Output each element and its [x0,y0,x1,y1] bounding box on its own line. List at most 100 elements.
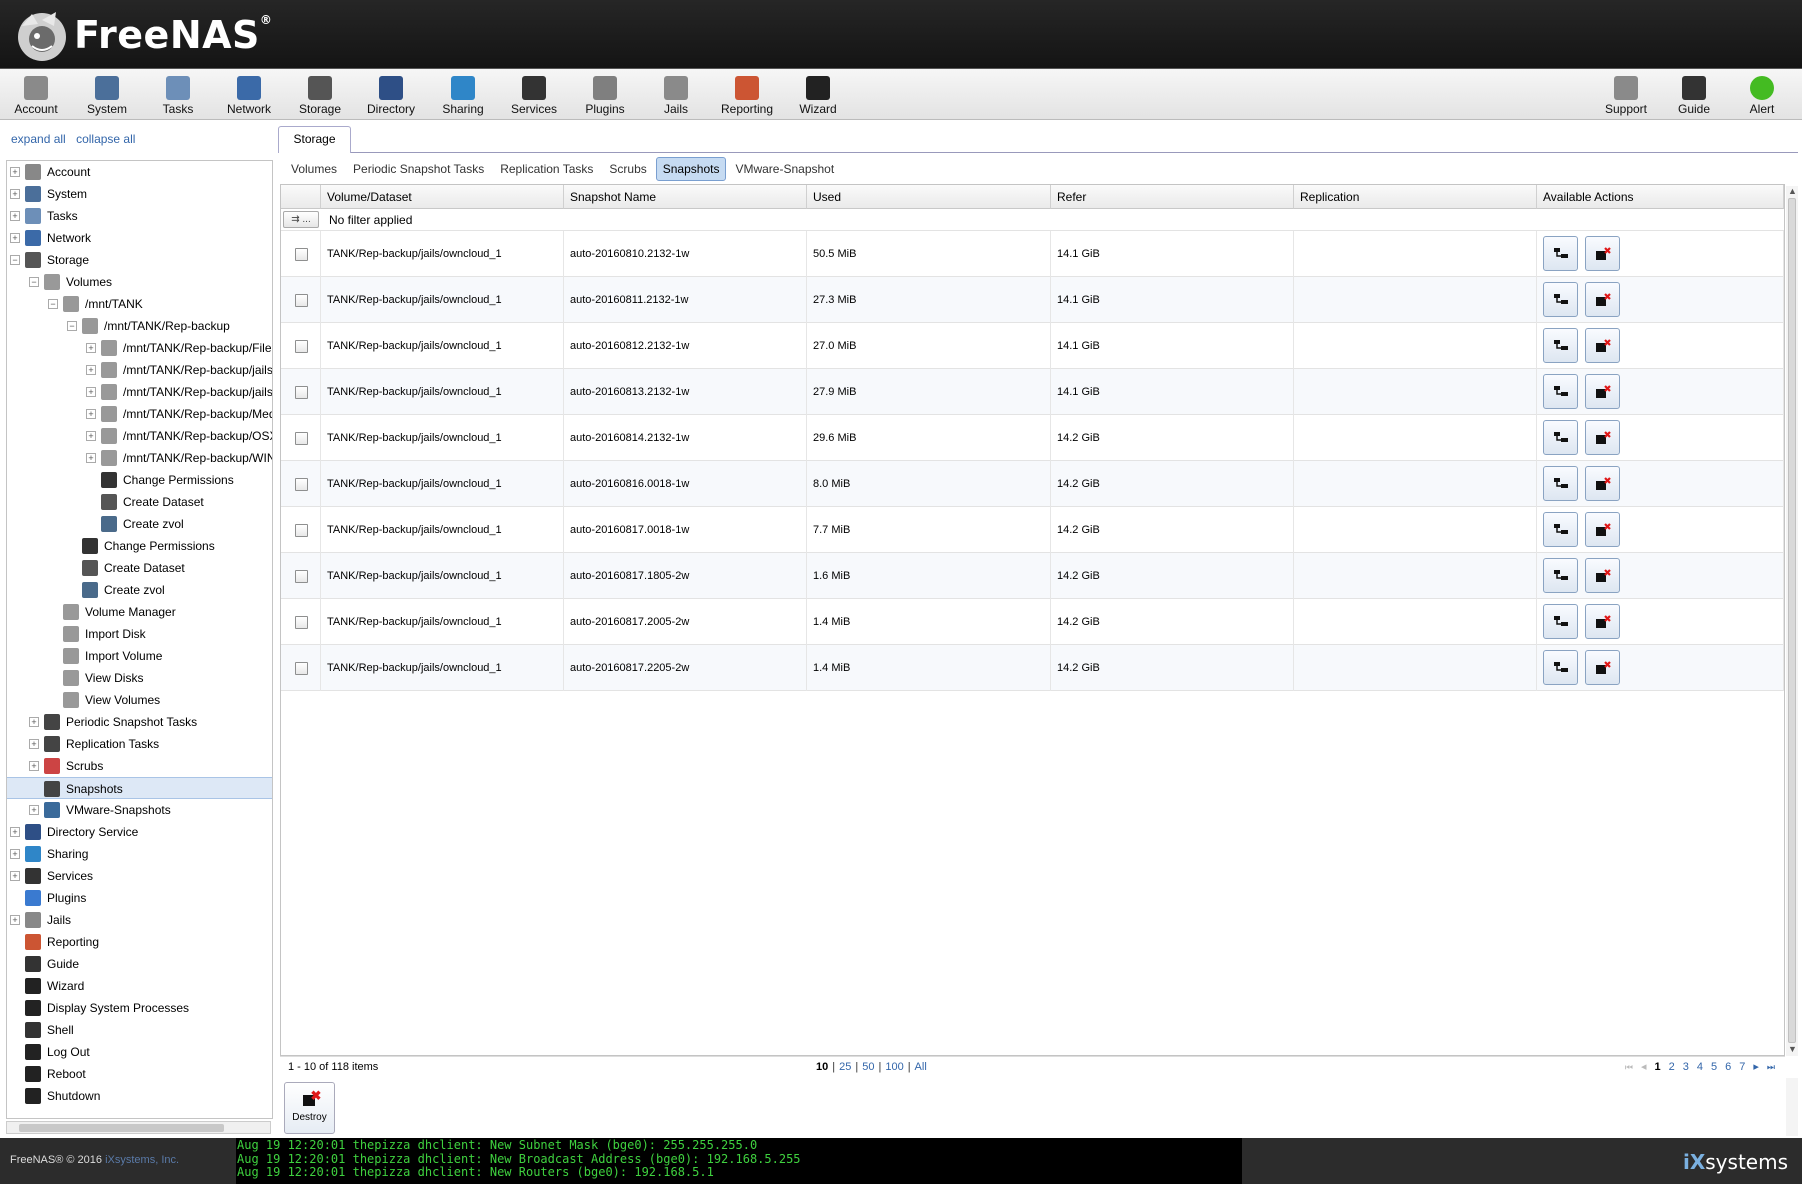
expand-toggle-icon[interactable]: + [86,387,96,397]
toolbar-guide-button[interactable]: Guide [1658,73,1730,116]
row-checkbox[interactable] [295,478,308,491]
tree-item-display-system-processes[interactable]: Display System Processes [7,997,272,1019]
tree-item-change-permissions[interactable]: Change Permissions [7,469,272,491]
subtab-periodic-snapshot-tasks[interactable]: Periodic Snapshot Tasks [346,157,491,181]
clone-snapshot-button[interactable] [1543,650,1578,685]
expand-toggle-icon[interactable]: + [29,717,39,727]
tree-item-vmware-snapshots[interactable]: + VMware-Snapshots [7,799,272,821]
tree-item-create-zvol[interactable]: Create zvol [7,513,272,535]
clone-snapshot-button[interactable] [1543,466,1578,501]
collapse-toggle-icon[interactable]: − [10,255,20,265]
expand-toggle-icon[interactable]: + [29,761,39,771]
table-row[interactable]: TANK/Rep-backup/jails/owncloud_1 auto-201… [281,599,1784,645]
expand-toggle-icon[interactable]: + [10,167,20,177]
table-row[interactable]: TANK/Rep-backup/jails/owncloud_1 auto-201… [281,231,1784,277]
expand-toggle-icon[interactable]: + [10,211,20,221]
expand-toggle-icon[interactable]: + [86,409,96,419]
subtab-vmware-snapshot[interactable]: VMware-Snapshot [728,157,841,181]
row-checkbox[interactable] [295,432,308,445]
tree-item-view-disks[interactable]: View Disks [7,667,272,689]
collapse-toggle-icon[interactable]: − [67,321,77,331]
table-row[interactable]: TANK/Rep-backup/jails/owncloud_1 auto-201… [281,461,1784,507]
expand-toggle-icon[interactable]: + [10,849,20,859]
destroy-snapshot-button[interactable] [1585,420,1620,455]
tree-item-mnt-tank-rep-backup-file-sl[interactable]: + /mnt/TANK/Rep-backup/File-Sl [7,337,272,359]
page-size-25[interactable]: 25 [839,1061,851,1073]
collapse-all-link[interactable]: collapse all [76,132,135,146]
tree-item-import-volume[interactable]: Import Volume [7,645,272,667]
table-row[interactable]: TANK/Rep-backup/jails/owncloud_1 auto-201… [281,323,1784,369]
page-size-all[interactable]: All [915,1061,927,1073]
tab-storage[interactable]: Storage [278,126,351,153]
toolbar-directory-button[interactable]: Directory [355,73,427,116]
destroy-snapshot-button[interactable] [1585,328,1620,363]
tree-item-mnt-tank-rep-backup-win-b[interactable]: + /mnt/TANK/Rep-backup/WIN-B [7,447,272,469]
first-page-icon[interactable]: ⏮ [1625,1062,1633,1072]
destroy-snapshot-button[interactable] [1585,604,1620,639]
clone-snapshot-button[interactable] [1543,420,1578,455]
tree-item-reboot[interactable]: Reboot [7,1063,272,1085]
column-header-used[interactable]: Used [807,185,1051,209]
tree-item-import-disk[interactable]: Import Disk [7,623,272,645]
tree-item-mnt-tank-rep-backup-osx-e[interactable]: + /mnt/TANK/Rep-backup/OSX-E [7,425,272,447]
toolbar-jails-button[interactable]: Jails [640,73,712,116]
expand-toggle-icon[interactable]: + [86,431,96,441]
expand-toggle-icon[interactable]: + [10,233,20,243]
toolbar-storage-button[interactable]: Storage [284,73,356,116]
tree-item-jails[interactable]: + Jails [7,909,272,931]
row-checkbox[interactable] [295,524,308,537]
destroy-button[interactable]: ✖ Destroy [284,1082,335,1134]
row-checkbox[interactable] [295,294,308,307]
previous-page-icon[interactable]: ◂ [1641,1061,1647,1073]
page-5[interactable]: 5 [1711,1061,1717,1073]
toolbar-network-button[interactable]: Network [213,73,285,116]
clone-snapshot-button[interactable] [1543,282,1578,317]
tree-item-replication-tasks[interactable]: + Replication Tasks [7,733,272,755]
tree-item-services[interactable]: + Services [7,865,272,887]
subtab-scrubs[interactable]: Scrubs [602,157,653,181]
column-header-replication[interactable]: Replication [1294,185,1537,209]
expand-toggle-icon[interactable]: + [86,453,96,463]
table-row[interactable]: TANK/Rep-backup/jails/owncloud_1 auto-201… [281,553,1784,599]
tree-item-system[interactable]: + System [7,183,272,205]
tree-item-guide[interactable]: Guide [7,953,272,975]
table-row[interactable]: TANK/Rep-backup/jails/owncloud_1 auto-201… [281,277,1784,323]
destroy-snapshot-button[interactable] [1585,236,1620,271]
page-size-100[interactable]: 100 [885,1061,903,1073]
tree-item-shutdown[interactable]: Shutdown [7,1085,272,1107]
page-2[interactable]: 2 [1669,1061,1675,1073]
clone-snapshot-button[interactable] [1543,328,1578,363]
tree-item-plugins[interactable]: Plugins [7,887,272,909]
tree-horizontal-scrollbar[interactable] [6,1121,271,1134]
row-checkbox[interactable] [295,248,308,261]
tree-item-mnt-tank-rep-backup-jails-ov[interactable]: + /mnt/TANK/Rep-backup/jails/ov [7,381,272,403]
actions-vertical-scrollbar[interactable] [1786,1078,1798,1136]
destroy-snapshot-button[interactable] [1585,512,1620,547]
expand-all-link[interactable]: expand all [11,132,66,146]
expand-toggle-icon[interactable]: + [10,827,20,837]
filter-button[interactable]: ⇉ ... [283,211,319,228]
row-checkbox[interactable] [295,386,308,399]
toolbar-system-button[interactable]: System [71,73,143,116]
row-checkbox[interactable] [295,662,308,675]
expand-toggle-icon[interactable]: + [29,739,39,749]
tree-item-create-dataset[interactable]: Create Dataset [7,491,272,513]
toolbar-wizard-button[interactable]: Wizard [782,73,854,116]
toolbar-sharing-button[interactable]: Sharing [427,73,499,116]
tree-item-sharing[interactable]: + Sharing [7,843,272,865]
tree-item-shell[interactable]: Shell [7,1019,272,1041]
toolbar-reporting-button[interactable]: Reporting [711,73,783,116]
scroll-up-arrow-icon[interactable]: ▲ [1788,186,1797,196]
tree-item-storage[interactable]: − Storage [7,249,272,271]
column-header-refer[interactable]: Refer [1051,185,1294,209]
tree-item-wizard[interactable]: Wizard [7,975,272,997]
expand-toggle-icon[interactable]: + [10,871,20,881]
row-checkbox[interactable] [295,616,308,629]
tree-item-log-out[interactable]: Log Out [7,1041,272,1063]
expand-toggle-icon[interactable]: + [86,343,96,353]
table-row[interactable]: TANK/Rep-backup/jails/owncloud_1 auto-201… [281,415,1784,461]
tree-item-mnt-tank-rep-backup-jails[interactable]: + /mnt/TANK/Rep-backup/jails [7,359,272,381]
tree-item-directory-service[interactable]: + Directory Service [7,821,272,843]
page-size-50[interactable]: 50 [862,1061,874,1073]
destroy-snapshot-button[interactable] [1585,466,1620,501]
